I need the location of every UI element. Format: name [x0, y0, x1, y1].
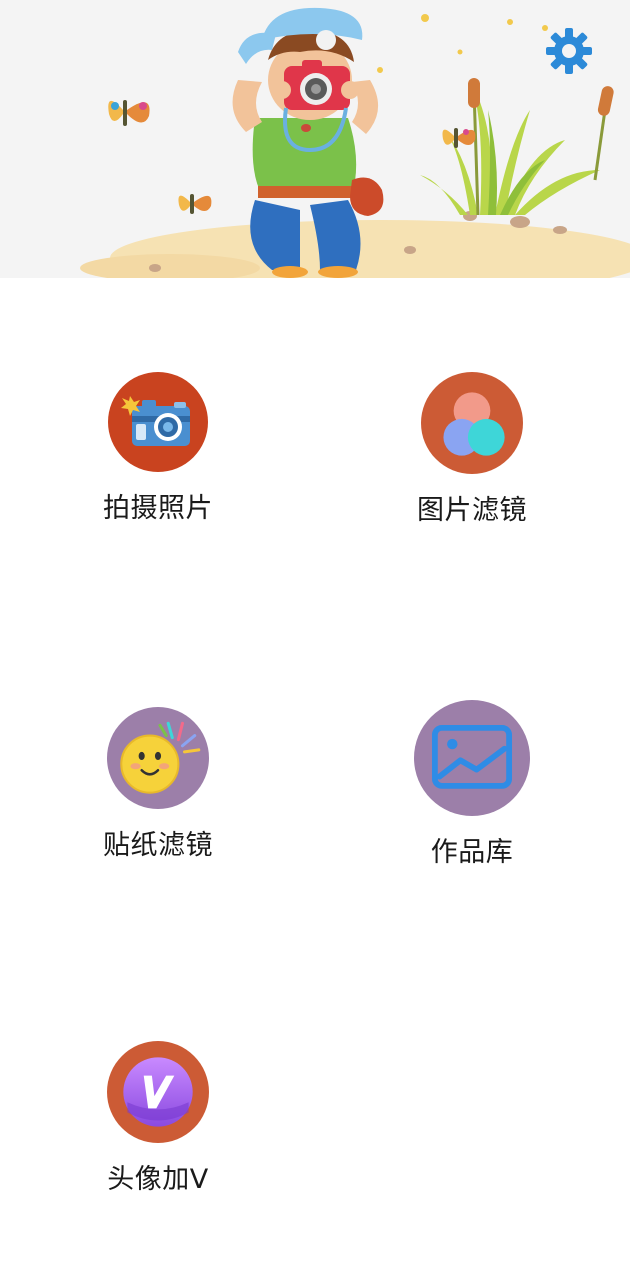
feature-sticker-filter-label: 贴纸滤镜	[103, 830, 213, 861]
camera-icon	[108, 372, 208, 472]
feature-sticker-filter[interactable]: 贴纸滤镜	[58, 707, 258, 862]
feature-photo-filter-label: 图片滤镜	[417, 495, 527, 526]
home-screen: 拍摄照片 图片滤镜 贴纸滤镜 作品库 头像加V	[0, 0, 630, 1280]
smiley-sticker-icon	[107, 707, 209, 809]
boy-with-camera-illustration	[0, 0, 630, 278]
feature-photo-filter[interactable]: 图片滤镜	[372, 372, 572, 527]
feature-take-photo[interactable]: 拍摄照片	[58, 372, 258, 525]
header-banner	[0, 0, 630, 278]
feature-gallery-label: 作品库	[430, 837, 514, 868]
feature-take-photo-label: 拍摄照片	[103, 493, 213, 524]
settings-button[interactable]	[544, 26, 594, 76]
feature-gallery[interactable]: 作品库	[372, 700, 572, 869]
v-badge-icon	[107, 1041, 209, 1143]
feature-avatar-v-label: 头像加V	[107, 1164, 209, 1195]
color-circles-icon	[421, 372, 523, 474]
feature-avatar-v[interactable]: 头像加V	[58, 1041, 258, 1196]
picture-frame-icon	[414, 700, 530, 816]
gear-icon	[546, 28, 592, 74]
